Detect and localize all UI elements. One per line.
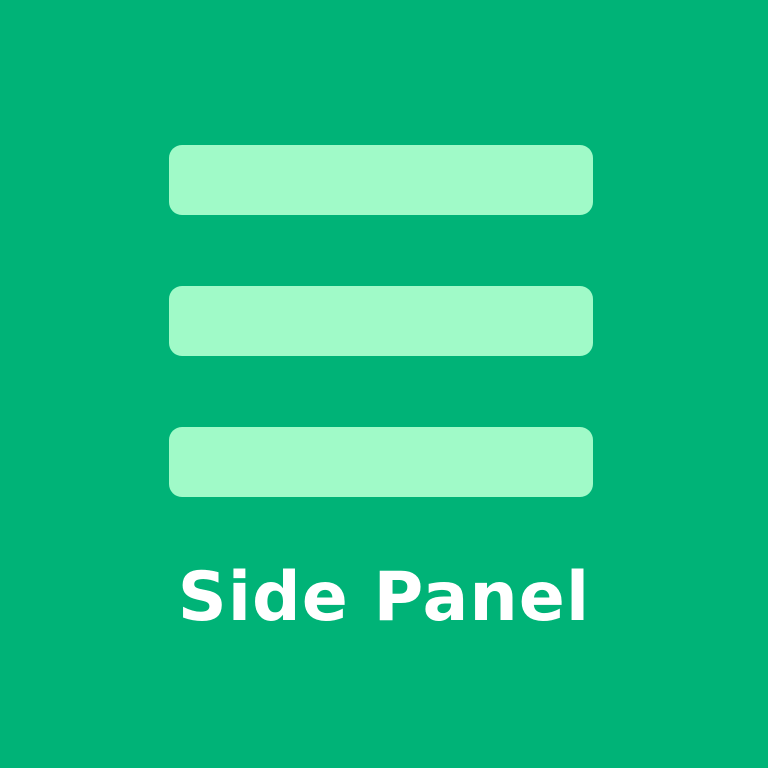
menu-bar-top bbox=[169, 145, 593, 215]
tile-label: Side Panel bbox=[177, 558, 591, 637]
side-panel-tile[interactable]: Side Panel bbox=[0, 0, 768, 768]
menu-bar-bottom bbox=[169, 427, 593, 497]
menu-bar-middle bbox=[169, 286, 593, 356]
hamburger-menu-icon bbox=[169, 145, 593, 497]
